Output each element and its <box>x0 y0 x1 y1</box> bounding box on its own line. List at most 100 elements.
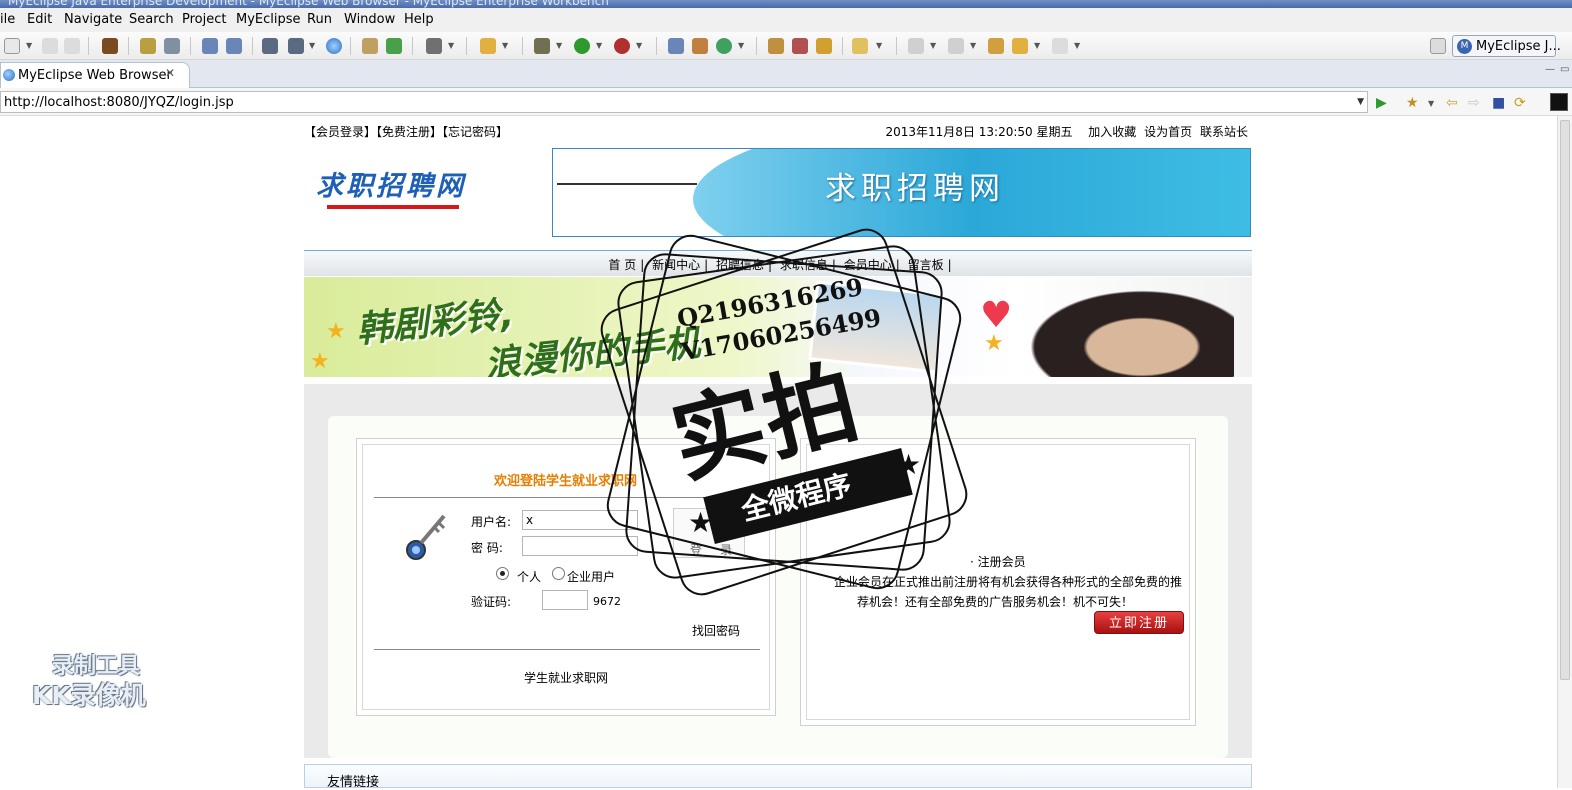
menu-myeclipse[interactable]: MyEclipse <box>236 12 301 27</box>
new-icon[interactable] <box>4 38 20 54</box>
print-icon[interactable] <box>64 38 80 54</box>
menu-edit[interactable]: Edit <box>27 12 52 27</box>
search-icon[interactable] <box>852 38 868 54</box>
open-icon[interactable] <box>362 38 378 54</box>
menu-file[interactable]: ile <box>0 12 15 27</box>
debug-dropdown-icon[interactable]: ▼ <box>556 41 562 50</box>
perspective-label: MyEclipse J... <box>1476 39 1561 54</box>
menu-bar: ile Edit Navigate Search Project MyEclip… <box>0 8 1572 32</box>
tools-dropdown-icon[interactable]: ▼ <box>636 41 642 50</box>
last-edit-icon[interactable] <box>988 38 1004 54</box>
new-class-icon[interactable] <box>668 38 684 54</box>
main-toolbar: ▼ ▼ ▼ ▼ ▼ ▼ ▼ ▼ ▼ ▼ ▼ ▼ ▼ <box>0 32 1572 60</box>
package-icon[interactable] <box>102 38 118 54</box>
annotation-dropdown-icon[interactable]: ▼ <box>930 41 936 50</box>
url-input[interactable]: http://localhost:8080/JYQZ/login.jsp ▼ <box>0 91 1368 113</box>
debug-icon[interactable] <box>534 38 550 54</box>
search-dropdown-icon[interactable]: ▼ <box>876 41 882 50</box>
build-icon[interactable] <box>140 38 156 54</box>
minimize-icon[interactable]: — <box>1545 64 1555 75</box>
forgot-password-link[interactable]: 找回密码 <box>692 622 740 639</box>
friend-links-title: 友情链接 <box>327 775 380 790</box>
refresh-icon[interactable]: ⟳ <box>1514 95 1526 111</box>
radio-personal[interactable] <box>496 567 509 580</box>
menu-help[interactable]: Help <box>404 12 434 27</box>
link-set-homepage[interactable]: 设为首页 <box>1144 125 1192 139</box>
new-dropdown-icon[interactable]: ▼ <box>26 41 32 50</box>
forward-icon[interactable] <box>1052 38 1068 54</box>
new-package-icon[interactable] <box>692 38 708 54</box>
register-now-button[interactable]: 立即注册 <box>1094 611 1184 634</box>
folder-dropdown-icon[interactable]: ▼ <box>502 41 508 50</box>
menu-search[interactable]: Search <box>129 12 174 27</box>
scrollbar-thumb[interactable] <box>1560 120 1570 680</box>
link-add-favorite[interactable]: 加入收藏 <box>1088 125 1136 139</box>
window-titlebar: MyEclipse Java Enterprise Development - … <box>0 0 1572 8</box>
globe-icon[interactable] <box>326 38 342 54</box>
menu-run[interactable]: Run <box>307 12 332 27</box>
member-links[interactable]: 【会员登录】【免费注册】【忘记密码】 <box>304 123 508 140</box>
new-dropdown-icon-2[interactable]: ▼ <box>738 41 744 50</box>
site-logo: 求职招聘网 <box>316 171 466 202</box>
star-icon: ★ <box>688 506 714 539</box>
toolbar-separator <box>522 37 523 55</box>
forward-dropdown-icon[interactable]: ▼ <box>1074 41 1080 50</box>
new-interface-icon[interactable] <box>716 38 732 54</box>
password-label: 密 码: <box>471 541 503 555</box>
next-annotation-icon[interactable] <box>908 38 924 54</box>
captcha-input[interactable] <box>542 590 588 610</box>
redeploy-icon[interactable] <box>226 38 242 54</box>
header-banner: 求职招聘网 <box>552 148 1251 237</box>
menu-navigate[interactable]: Navigate <box>64 12 122 27</box>
save-icon[interactable] <box>42 38 58 54</box>
open-perspective-icon[interactable] <box>1430 38 1446 54</box>
open-resource-icon[interactable] <box>816 38 832 54</box>
perspective-button[interactable]: M MyEclipse J... <box>1452 35 1561 57</box>
run-dropdown-icon[interactable]: ▼ <box>596 41 602 50</box>
open-task-icon[interactable] <box>792 38 808 54</box>
db-icon[interactable] <box>262 38 278 54</box>
browser-forward-icon[interactable]: ⇨ <box>1468 95 1480 111</box>
open-type-icon[interactable] <box>768 38 784 54</box>
stop-icon[interactable]: ■ <box>1492 95 1505 111</box>
favorites-dropdown-icon[interactable]: ▼ <box>1428 99 1434 108</box>
url-dropdown-icon[interactable]: ▼ <box>1357 97 1364 107</box>
camera-icon[interactable] <box>426 38 442 54</box>
prev-annotation-icon[interactable] <box>948 38 964 54</box>
menu-project[interactable]: Project <box>182 12 226 27</box>
tab-web-browser[interactable]: MyEclipse Web Browser ✕ <box>0 62 190 88</box>
add-icon[interactable] <box>386 38 402 54</box>
browser-extra-icon[interactable] <box>1550 93 1568 111</box>
radio-company[interactable] <box>552 567 565 580</box>
back-icon[interactable] <box>1012 38 1028 54</box>
close-icon[interactable]: ✕ <box>165 66 175 80</box>
link-contact-admin[interactable]: 联系站长 <box>1200 125 1248 139</box>
run-icon[interactable] <box>574 38 590 54</box>
external-tools-icon[interactable] <box>614 38 630 54</box>
camera-dropdown-icon[interactable]: ▼ <box>448 41 454 50</box>
server-icon[interactable] <box>164 38 180 54</box>
go-icon[interactable]: ▶ <box>1376 95 1387 111</box>
person-photo <box>1004 277 1234 377</box>
banner-title: 求职招聘网 <box>825 171 1005 207</box>
back-dropdown-icon[interactable]: ▼ <box>1034 41 1040 50</box>
maximize-icon[interactable]: ▭ <box>1560 64 1569 75</box>
toolbar-separator <box>412 37 413 55</box>
editor-tab-row <box>0 60 1572 88</box>
folder-icon[interactable] <box>480 38 496 54</box>
toolbar-separator <box>350 37 351 55</box>
prev-annotation-dropdown-icon[interactable]: ▼ <box>970 41 976 50</box>
key-icon <box>406 514 446 560</box>
star-icon: ★ <box>326 319 346 344</box>
deploy-icon[interactable] <box>202 38 218 54</box>
db-dropdown-icon[interactable]: ▼ <box>309 41 315 50</box>
logo-underline <box>327 205 459 209</box>
favorites-icon[interactable]: ★ <box>1406 95 1419 111</box>
menu-window[interactable]: Window <box>344 12 395 27</box>
toolbar-separator <box>88 37 89 55</box>
register-title: · 注册会员 <box>970 555 1026 569</box>
browser-back-icon[interactable]: ⇦ <box>1446 95 1458 111</box>
db-explorer-icon[interactable] <box>288 38 304 54</box>
star-icon: ★ <box>310 349 330 374</box>
vertical-scrollbar[interactable] <box>1557 116 1572 788</box>
